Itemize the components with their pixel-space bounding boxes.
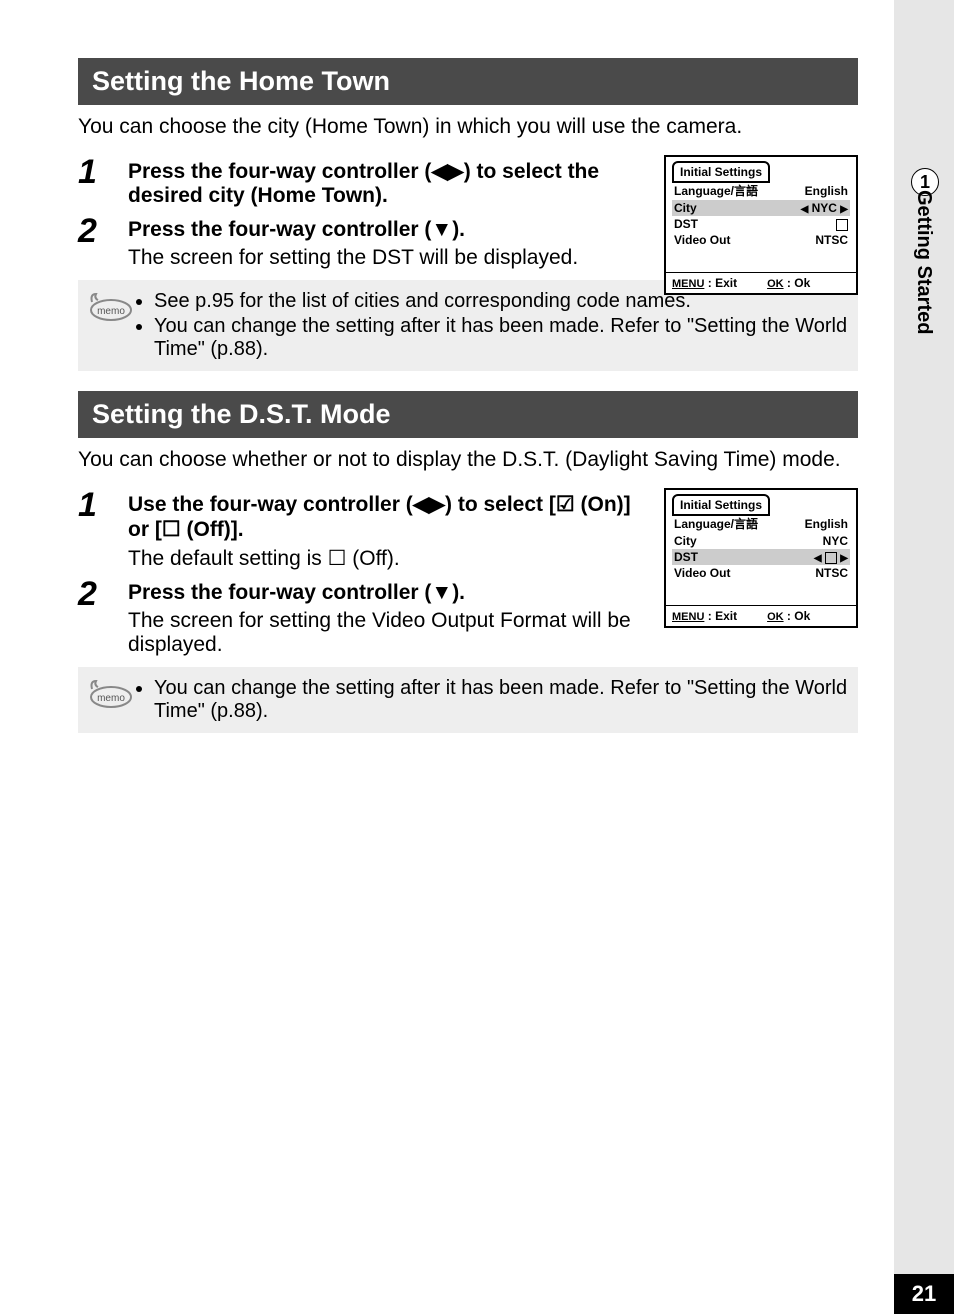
side-tab: 1 Getting Started 21 — [894, 0, 954, 1314]
lcd-video-label: Video Out — [672, 232, 784, 248]
page: 1 Getting Started 21 Setting the Home To… — [0, 0, 954, 1314]
lcd-footer: MENU : Exit OK : Ok — [666, 605, 856, 626]
chapter-title: Getting Started — [912, 190, 935, 334]
lcd-language-label: Language/言語 — [672, 181, 784, 200]
step-text: Press the four-way controller (▼). — [128, 218, 638, 242]
svg-text:memo: memo — [97, 693, 125, 704]
lcd-city-label: City — [672, 200, 784, 216]
menu-button-label: MENU — [672, 611, 704, 623]
lcd-screen-1: Initial Settings Language/言語English City… — [664, 155, 858, 295]
lcd-screen-2: Initial Settings Language/言語English City… — [664, 488, 858, 628]
step-description: The screen for setting the Video Output … — [128, 609, 638, 657]
right-arrow-icon: ▶ — [840, 553, 848, 564]
lcd-city-label: City — [672, 533, 788, 549]
memo-item: You can change the setting after it has … — [154, 315, 848, 361]
lcd-language-label: Language/言語 — [672, 514, 788, 533]
lcd-settings-table: Language/言語English City◀ NYC ▶ DST Video… — [672, 181, 850, 248]
intro-text: You can choose the city (Home Town) in w… — [78, 115, 858, 139]
lcd-language-value: English — [784, 181, 850, 200]
memo-icon: memo — [88, 288, 136, 322]
step-number: 2 — [78, 577, 128, 657]
ok-button-label: OK — [767, 278, 784, 290]
step-text: Press the four-way controller (▼). — [128, 581, 638, 605]
step-text: Use the four-way controller (◀▶) to sele… — [128, 492, 638, 542]
lcd-language-value: English — [788, 514, 850, 533]
content-area: Setting the Home Town You can choose the… — [78, 58, 858, 753]
step-text: Press the four-way controller (◀▶) to se… — [128, 160, 599, 207]
page-number: 21 — [894, 1274, 954, 1314]
lcd-tab: Initial Settings — [672, 494, 770, 516]
lcd-video-label: Video Out — [672, 565, 788, 581]
step-number: 2 — [78, 214, 128, 270]
step-number: 1 — [78, 155, 128, 208]
checkbox-icon — [836, 219, 848, 231]
intro-text: You can choose whether or not to display… — [78, 448, 858, 472]
lcd-city-value: ◀ NYC ▶ — [784, 200, 850, 216]
memo-block: memo You can change the setting after it… — [78, 667, 858, 733]
ok-button-label: OK — [767, 611, 784, 623]
right-arrow-icon: ▶ — [840, 204, 848, 215]
svg-text:memo: memo — [97, 306, 125, 317]
step-description: The screen for setting the DST will be d… — [128, 246, 638, 270]
lcd-settings-table: Language/言語English CityNYC DST ◀ ▶ Video … — [672, 514, 850, 581]
step-description: The default setting is ☐ (Off). — [128, 546, 638, 571]
section-title-dst: Setting the D.S.T. Mode — [78, 391, 858, 438]
left-arrow-icon: ◀ — [801, 204, 809, 215]
memo-item: You can change the setting after it has … — [154, 677, 848, 723]
lcd-dst-label: DST — [672, 216, 784, 232]
menu-button-label: MENU — [672, 278, 704, 290]
step-number: 1 — [78, 488, 128, 571]
lcd-city-value: NYC — [788, 533, 850, 549]
left-arrow-icon: ◀ — [814, 553, 822, 564]
checkbox-icon — [825, 552, 837, 564]
lcd-video-value: NTSC — [788, 565, 850, 581]
lcd-dst-label: DST — [672, 549, 788, 565]
memo-icon: memo — [88, 675, 136, 709]
lcd-video-value: NTSC — [784, 232, 850, 248]
lcd-footer: MENU : Exit OK : Ok — [666, 272, 856, 293]
section-title-home-town: Setting the Home Town — [78, 58, 858, 105]
lcd-tab: Initial Settings — [672, 161, 770, 183]
